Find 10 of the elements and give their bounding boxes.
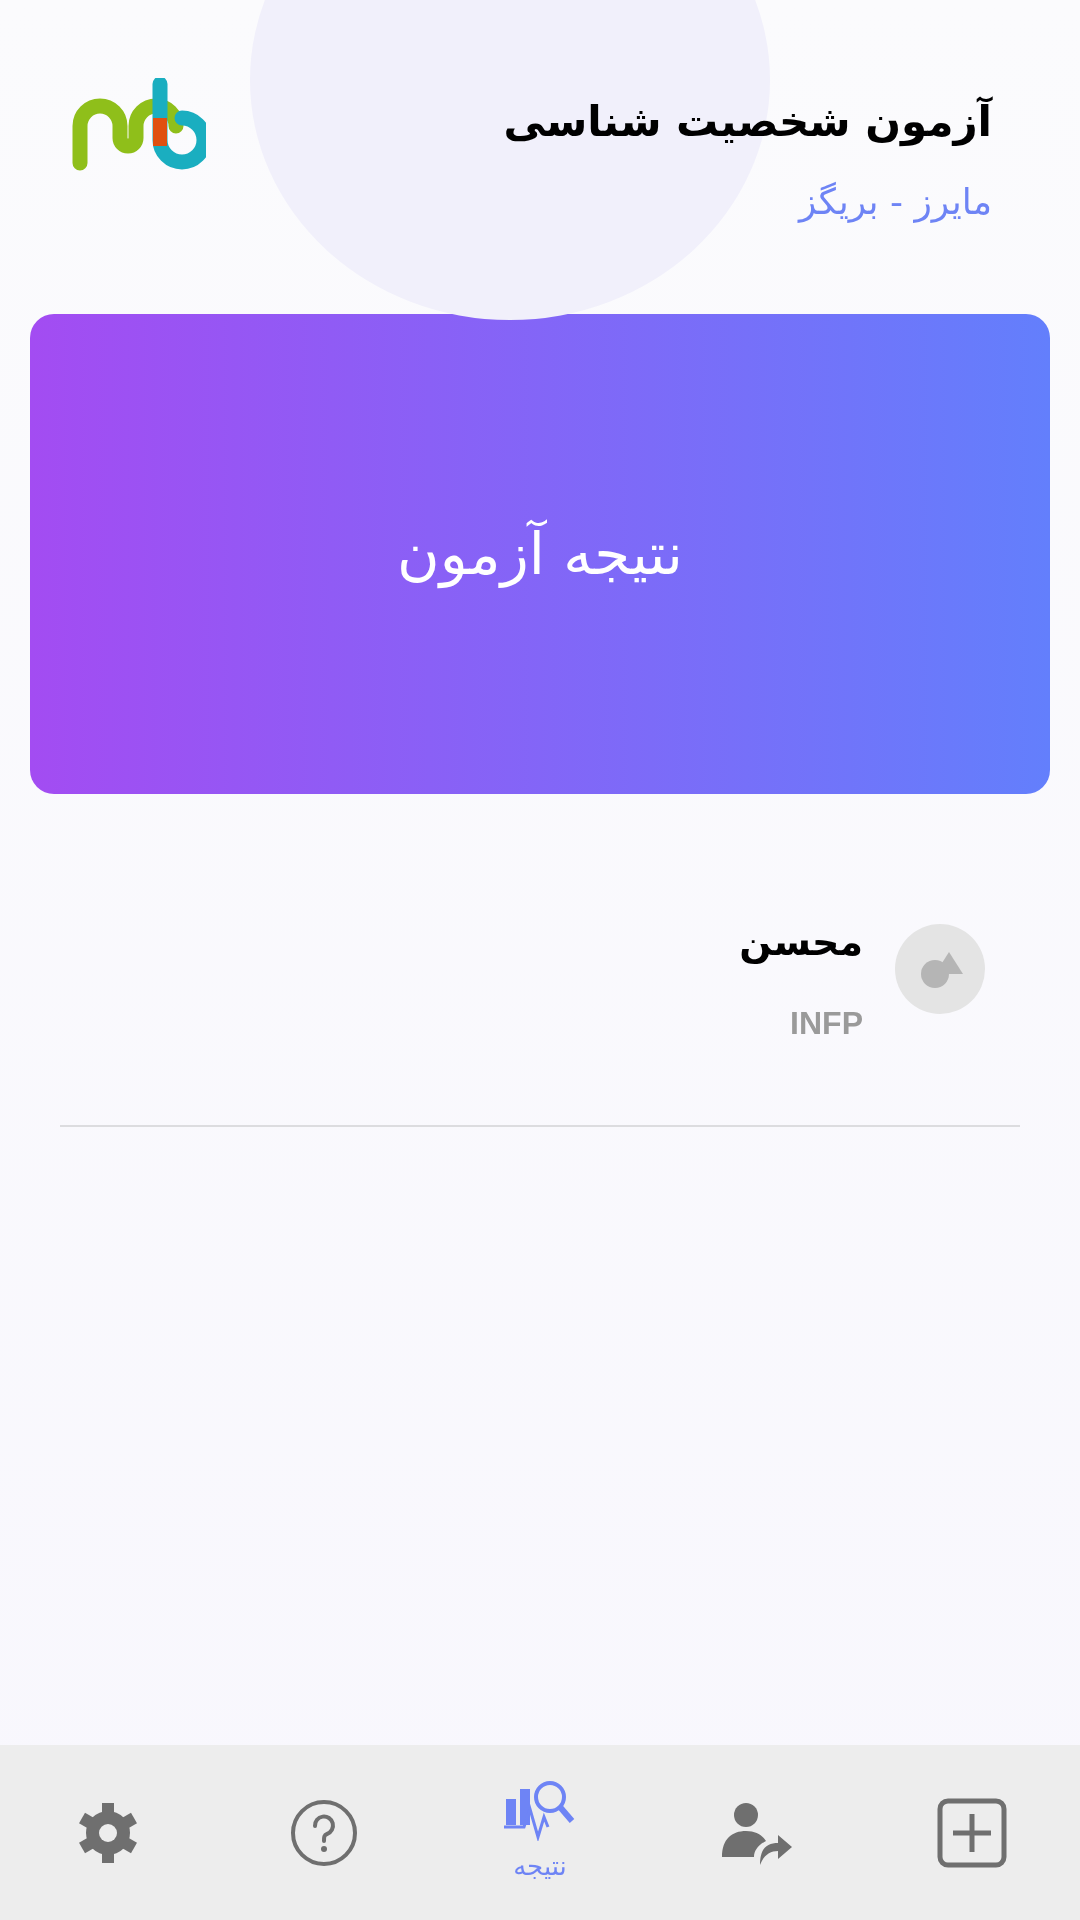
app-subtitle: مایرز - بریگز (798, 180, 992, 225)
nav-tab[interactable]: نتیجه (432, 1745, 648, 1920)
help-icon (290, 1798, 358, 1867)
chart-search-icon (504, 1779, 576, 1841)
settings-icon (76, 1800, 140, 1865)
personality-type: INFP (790, 1004, 863, 1043)
person-name: محسن (739, 919, 863, 966)
app-title: آزمون شخصیت شناسی (503, 95, 992, 149)
result-card[interactable]: نتیجه آزمون (30, 314, 1050, 794)
add-icon (937, 1797, 1007, 1868)
